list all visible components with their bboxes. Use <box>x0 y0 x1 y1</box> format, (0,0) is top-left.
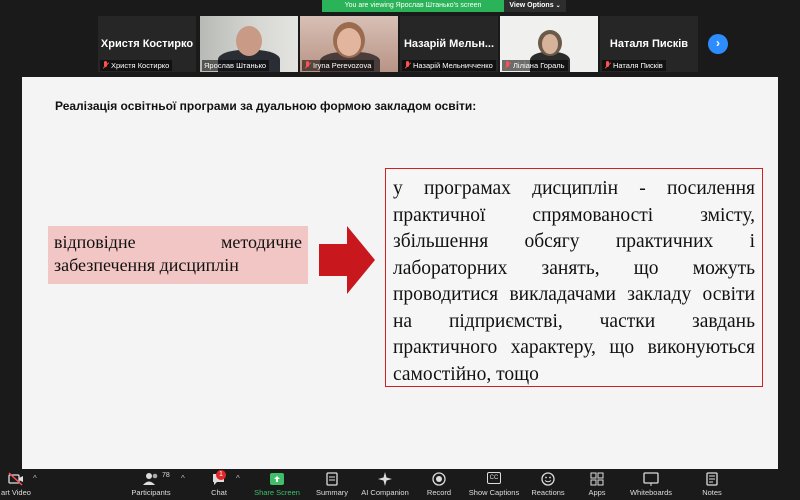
participant-name: Ярослав Штанько <box>204 61 267 70</box>
record-icon <box>424 472 454 486</box>
notes-icon <box>698 472 726 486</box>
whiteboards-button[interactable]: Whiteboards <box>626 472 676 497</box>
cc-text: CC <box>486 472 502 484</box>
smiley-icon <box>530 472 566 486</box>
participant-name-tag: Iryna Perevozova <box>302 60 375 71</box>
chat-badge: 1 <box>216 470 226 480</box>
caret-up-icon[interactable]: ^ <box>236 474 240 483</box>
notes-label: Notes <box>702 488 722 497</box>
participants-count: 78 <box>162 472 170 479</box>
chevron-right-icon[interactable]: › <box>708 34 728 54</box>
start-video-label: art Video <box>1 488 31 497</box>
participant-name: Назарій Мельничченко <box>413 61 493 70</box>
participants-button[interactable]: 78 Participants <box>128 472 174 497</box>
view-options-label: View Options <box>509 2 554 9</box>
caret-up-icon[interactable]: ^ <box>181 474 185 483</box>
participant-display-name: Наталя Писків <box>609 38 689 50</box>
participant-name-tag: Ліліана Гораль <box>502 60 568 71</box>
mic-muted-icon <box>102 61 109 70</box>
share-screen-label: Share Screen <box>254 488 300 497</box>
participant-tile[interactable]: Христя Костирко Христя Костирко <box>98 16 196 72</box>
participant-name-tag: Назарій Мельничченко <box>402 60 496 71</box>
ai-companion-button[interactable]: AI Companion <box>360 472 410 497</box>
right-arrow-icon <box>319 226 375 294</box>
chat-button[interactable]: 1 Chat <box>206 470 232 497</box>
participant-name: Христя Костирко <box>111 61 170 70</box>
viewing-banner-text: You are viewing Ярослав Штанько's screen <box>322 0 504 12</box>
viewing-banner: You are viewing Ярослав Штанько's screen… <box>322 0 566 12</box>
apps-button[interactable]: Apps <box>584 472 610 497</box>
participant-name-tag: Христя Костирко <box>100 60 173 71</box>
summary-icon <box>312 472 352 486</box>
record-button[interactable]: Record <box>424 472 454 497</box>
participant-tile[interactable]: Ліліана Гораль <box>500 16 598 72</box>
share-screen-icon <box>252 472 302 486</box>
captions-icon: CC <box>466 472 522 486</box>
participant-display-name: Христя Костирко <box>100 38 194 50</box>
caret-up-icon[interactable]: ^ <box>33 474 37 483</box>
record-label: Record <box>426 488 452 497</box>
notes-button[interactable]: Notes <box>698 472 726 497</box>
apps-icon <box>584 472 610 486</box>
share-screen-button[interactable]: Share Screen <box>252 472 302 497</box>
view-options-button[interactable]: View Options ⌄ <box>504 0 566 12</box>
right-text-box: у програмах дисциплін - посилення практи… <box>385 168 763 387</box>
participant-tile[interactable]: Наталя Писків Наталя Писків <box>600 16 698 72</box>
participant-name-tag: Ярослав Штанько <box>202 60 270 71</box>
participant-name-tag: Наталя Писків <box>602 60 666 71</box>
meeting-toolbar: art Video ^ 78 Participants ^ 1 Chat ^ S… <box>0 470 800 500</box>
chat-label: Chat <box>211 488 227 497</box>
participants-label: Participants <box>131 488 171 497</box>
slide-title: Реалізація освітньої програми за дуально… <box>55 99 477 113</box>
left-text-box: відповідне методичне забезпечення дисцип… <box>48 226 308 284</box>
ai-companion-label: AI Companion <box>361 488 409 497</box>
show-captions-label: Show Captions <box>468 488 520 497</box>
show-captions-button[interactable]: CC Show Captions <box>466 472 522 497</box>
mic-muted-icon <box>304 61 311 70</box>
chevron-down-icon: ⌄ <box>555 3 561 9</box>
whiteboard-icon <box>626 472 676 486</box>
mic-muted-icon <box>504 61 511 70</box>
participant-tile[interactable]: Назарій Мельн... Назарій Мельничченко <box>400 16 498 72</box>
participant-name: Iryna Perevozova <box>313 61 372 70</box>
participant-display-name: Назарій Мельн... <box>403 38 495 50</box>
video-off-icon <box>0 472 36 486</box>
reactions-button[interactable]: Reactions <box>530 472 566 497</box>
apps-label: Apps <box>588 488 606 497</box>
summary-label: Summary <box>315 488 349 497</box>
sparkle-icon <box>360 472 410 486</box>
start-video-button[interactable]: art Video <box>0 472 36 497</box>
participant-name: Ліліана Гораль <box>513 61 565 70</box>
whiteboards-label: Whiteboards <box>629 488 673 497</box>
participant-tile[interactable]: Ярослав Штанько <box>200 16 298 72</box>
participant-strip: Христя Костирко Христя Костирко Ярослав … <box>0 14 800 74</box>
reactions-label: Reactions <box>531 488 565 497</box>
participant-tile[interactable]: Iryna Perevozova <box>300 16 398 72</box>
mic-muted-icon <box>604 61 611 70</box>
mic-muted-icon <box>404 61 411 70</box>
summary-button[interactable]: Summary <box>312 472 352 497</box>
zoom-meeting-window: You are viewing Ярослав Штанько's screen… <box>0 0 800 500</box>
chat-icon: 1 <box>206 470 232 486</box>
participants-icon: 78 <box>128 472 174 486</box>
participant-name: Наталя Писків <box>613 61 663 70</box>
shared-screen-slide: Реалізація освітньої програми за дуально… <box>22 77 778 469</box>
